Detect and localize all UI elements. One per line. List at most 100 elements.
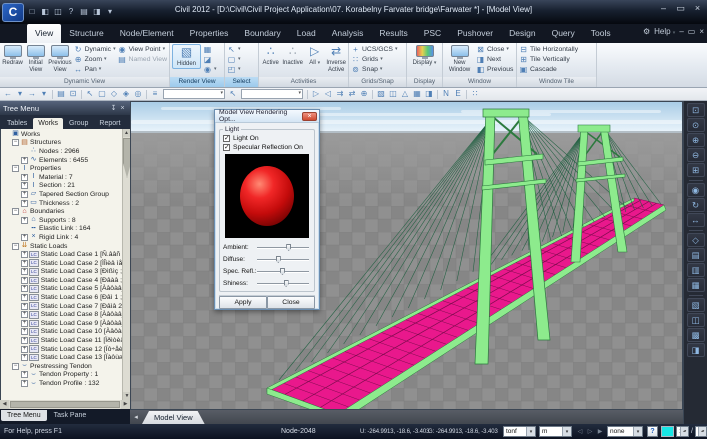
zoom-select-icon[interactable]: ⊕	[358, 88, 370, 100]
tree-expander[interactable]: +	[21, 277, 28, 284]
tree-item-static-load-case-2[interactable]: +LCStatic Load Case 2 [ÌÎièâ ìåìç ; ]	[2, 259, 130, 268]
panel-tab-task-pane[interactable]: Task Pane	[48, 410, 93, 421]
tree-item-elastic-link-164[interactable]: +╍Elastic Link : 164	[2, 225, 130, 234]
tree-item-works[interactable]: +▣Works	[2, 130, 130, 139]
node-number-icon[interactable]: N	[440, 88, 452, 100]
pan-button[interactable]: ↔Pan▾	[74, 64, 116, 74]
tile-horizontally-button[interactable]: ⊟Tile Horizontally	[519, 44, 578, 54]
select-window-button[interactable]: ▢▾	[227, 54, 241, 64]
cascade-button[interactable]: ▣Cascade	[519, 64, 578, 74]
tab-results[interactable]: Results	[371, 24, 415, 43]
checkbox-light-on[interactable]: ✓Light On	[223, 134, 311, 143]
display-option-icon[interactable]: ◨	[687, 343, 705, 357]
tree-item-tapered-section-group[interactable]: +▱Tapered Section Group	[2, 190, 130, 199]
tree-vertical-scrollbar[interactable]: ▲ ▼	[122, 129, 130, 400]
scroll-right-icon[interactable]: ▶	[121, 400, 130, 409]
tree-item-static-load-case-12[interactable]: +LCStatic Load Case 12 [Ïô÷åè ìåìïï	[2, 345, 130, 354]
tab-pushover[interactable]: Pushover	[449, 24, 501, 43]
tree-expander[interactable]: +	[21, 268, 28, 275]
shrink-button[interactable]: ◪	[203, 54, 217, 64]
inverse-activate-icon[interactable]: ⇄	[346, 88, 358, 100]
select-plane-icon[interactable]: ↖	[227, 88, 239, 100]
tree-item-elements-6455[interactable]: +∿Elements : 6455	[2, 156, 130, 165]
new-window-button[interactable]: New Window	[445, 44, 474, 73]
dynamic-button[interactable]: ↻Dynamic▾	[74, 44, 116, 54]
tree-item-tendon-profile-132[interactable]: +⌣Tendon Profile : 132	[2, 379, 130, 388]
tree-item-rigid-link-4[interactable]: +×Rigid Link : 4	[2, 233, 130, 242]
select-arrow-icon[interactable]: ↖	[84, 88, 96, 100]
tree-item-static-load-case-13[interactable]: +LCStatic Load Case 13 [Ïàôùæåàìðâ	[2, 353, 130, 362]
tree-expander[interactable]: +	[21, 234, 28, 241]
tree-tab-tables[interactable]: Tables	[2, 118, 32, 129]
info-icon[interactable]: ?	[66, 7, 76, 17]
tree-expander[interactable]: +	[21, 285, 28, 292]
tree-item-structures[interactable]: −▤Structures	[2, 139, 130, 148]
rotate-icon[interactable]: ↻	[687, 198, 705, 212]
initial-view-button[interactable]: Initial View	[25, 44, 46, 73]
slider-diffuse[interactable]	[257, 255, 309, 263]
zoom-out-icon[interactable]: ⊖	[687, 148, 705, 162]
hidden-toggle-icon[interactable]: ▧	[375, 88, 387, 100]
tree-item-static-load-case-10[interactable]: +LCStatic Load Case 10 [Àâôàâ_ìðìà	[2, 328, 130, 337]
previous-window-button[interactable]: ◧Previous	[476, 64, 513, 74]
tab-load[interactable]: Load	[289, 24, 324, 43]
ucs-gcs-button[interactable]: +UCS/GCS▾	[351, 44, 397, 54]
display-option-icon[interactable]: ◨	[423, 88, 435, 100]
close-button[interactable]: Close	[267, 296, 315, 309]
tree-expander[interactable]: +	[21, 294, 28, 301]
activate-icon[interactable]: ▷	[310, 88, 322, 100]
tab-view[interactable]: View	[27, 24, 61, 43]
inactive-button[interactable]: ∴Inactive	[282, 44, 303, 67]
iso-view-icon[interactable]: ◇	[687, 233, 705, 247]
child-restore-button[interactable]: ▭	[688, 27, 696, 36]
tree-item-static-load-case-11[interactable]: +LCStatic Load Case 11 [Ïðìòèâîâåñ	[2, 336, 130, 345]
page-total-spinner[interactable]: 2	[695, 426, 707, 437]
stage-next-icon[interactable]: ▷	[585, 427, 595, 437]
app-logo-icon[interactable]: C	[2, 3, 24, 22]
tree-item-supports-8[interactable]: +⌂Supports : 8	[2, 216, 130, 225]
scroll-thumb[interactable]	[10, 401, 120, 408]
shrink-view-icon[interactable]: ◫	[687, 313, 705, 327]
render-option-button[interactable]: ◉▾	[203, 64, 217, 74]
zoom-window-icon[interactable]: ⊡	[687, 103, 705, 117]
named-view-icon[interactable]: ▤	[55, 88, 67, 100]
top-view-icon[interactable]: ▤	[687, 248, 705, 262]
open-project-icon[interactable]: ◧	[40, 7, 50, 17]
restore-button[interactable]: ▭	[674, 3, 687, 14]
view-point-button[interactable]: ◉View Point▾	[118, 44, 167, 54]
dropdown-icon[interactable]: ▾	[14, 88, 26, 100]
length-unit-select[interactable]: m	[539, 426, 572, 437]
activate-all-icon[interactable]: ⇉	[334, 88, 346, 100]
tree-expander[interactable]: +	[21, 191, 28, 198]
tree-expander[interactable]: +	[21, 380, 28, 387]
checkbox-specular-reflection-on[interactable]: ✓Specular Reflection On	[223, 143, 311, 152]
inverse-active-button[interactable]: ⇄Inverse Active	[326, 44, 346, 73]
perspective-toggle-icon[interactable]: △	[399, 88, 411, 100]
dialog-close-button[interactable]: ×	[302, 112, 317, 121]
tree-expander[interactable]: −	[12, 363, 19, 370]
close-window-button[interactable]: ⊠Close▾	[476, 44, 513, 54]
snap-button[interactable]: ⊚Snap▾	[351, 64, 397, 74]
tab-query[interactable]: Query	[544, 24, 583, 43]
panel-close-icon[interactable]: ×	[118, 105, 127, 112]
slider-shiness[interactable]	[257, 279, 309, 287]
tree-item-prestressing-tendon[interactable]: −⌣Prestressing Tendon	[2, 362, 130, 371]
panel-tab-tree-menu[interactable]: Tree Menu	[1, 410, 47, 421]
previous-view-button[interactable]: Previous View	[48, 44, 71, 73]
element-number-icon[interactable]: E	[452, 88, 464, 100]
print-icon[interactable]: ▤	[79, 7, 89, 17]
tree-item-static-load-case-8[interactable]: +LCStatic Load Case 8 [Àâôàâ_ââñò	[2, 310, 130, 319]
qat-dropdown-icon[interactable]: ▾	[105, 7, 115, 17]
checkbox-box[interactable]: ✓	[223, 144, 230, 151]
tree-expander[interactable]: −	[12, 208, 19, 215]
tree-item-thickness-2[interactable]: +▭Thickness : 2	[2, 199, 130, 208]
hidden-button[interactable]: ▧Hidden	[172, 44, 201, 69]
select-polygon-icon[interactable]: ◇	[108, 88, 120, 100]
slider-thumb[interactable]	[276, 256, 281, 263]
zoom-button[interactable]: ⊕Zoom▾	[74, 54, 116, 64]
tree-expander[interactable]: +	[21, 354, 28, 361]
tree-item-section-21[interactable]: +ISection : 21	[2, 182, 130, 191]
tile-vertically-button[interactable]: ⊞Tile Vertically	[519, 54, 578, 64]
tab-structure[interactable]: Structure	[61, 24, 112, 43]
render-view-icon[interactable]: ▩	[687, 328, 705, 342]
